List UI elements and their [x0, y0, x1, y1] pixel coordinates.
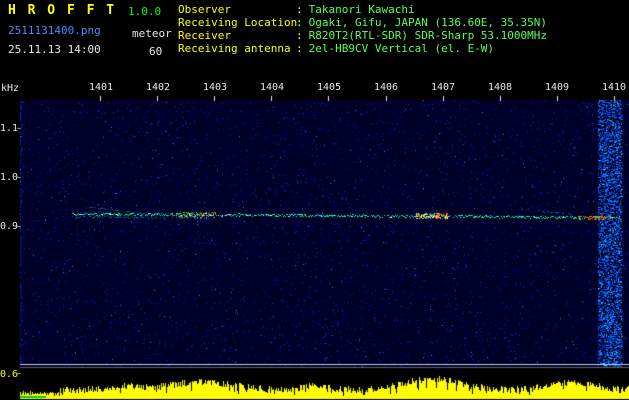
info-row-observer: Observer: Takanori Kawachi: [178, 3, 547, 16]
info-value: Takanori Kawachi: [308, 3, 415, 16]
info-row-location: Receiving Location: Ogaki, Gifu, JAPAN (1…: [178, 16, 547, 29]
y-tick-label: 0.6: [0, 369, 19, 380]
hrofft-output: H R O F F T 1.0.0 2511131400.png meteor …: [0, 0, 629, 400]
y-tick-label: 1.0: [0, 172, 19, 183]
info-separator: :: [296, 42, 303, 55]
y-axis-unit-label: kHz: [1, 83, 20, 94]
x-tick-label: 1410: [601, 82, 627, 93]
datetime-label: 25.11.13 14:00: [8, 43, 101, 56]
x-tick-label: 1404: [259, 82, 285, 93]
x-tick-label: 1401: [88, 82, 114, 93]
x-tick-label: 1407: [430, 82, 456, 93]
x-tick-label: 1409: [544, 82, 570, 93]
app-title: H R O F F T: [8, 3, 117, 18]
duration-label: 60: [149, 45, 163, 58]
y-tick-label: 0.9: [0, 221, 19, 232]
info-label: Receiver: [178, 29, 231, 42]
x-tick-label: 1405: [316, 82, 342, 93]
y-tick-label: 1.1: [0, 123, 19, 134]
output-filename: 2511131400.png: [8, 24, 101, 37]
station-info: Observer: Takanori Kawachi Receiving Loca…: [178, 3, 547, 55]
x-tick-label: 1402: [145, 82, 171, 93]
x-tick-label: 1406: [373, 82, 399, 93]
info-separator: :: [296, 3, 303, 16]
info-value: 2el-HB9CV Vertical (el. E-W): [308, 42, 495, 55]
mode-label: meteor: [132, 27, 172, 40]
app-version: 1.0.0: [128, 5, 162, 18]
x-tick-label: 1408: [487, 82, 513, 93]
info-label: Receiving Location: [178, 16, 298, 29]
info-value: Ogaki, Gifu, JAPAN (136.60E, 35.35N): [308, 16, 548, 29]
info-row-antenna: Receiving antenna:2el-HB9CV Vertical (el…: [178, 42, 547, 55]
info-row-receiver: Receiver: R820T2(RTL-SDR) SDR-Sharp 53.10…: [178, 29, 547, 42]
time-axis: 1401 1402 1403 1404 1405 1406 1407 1408 …: [86, 82, 629, 93]
info-separator: :: [296, 29, 303, 42]
info-separator: :: [296, 16, 303, 29]
info-label: Receiving antenna: [178, 42, 291, 55]
info-label: Observer: [178, 3, 231, 16]
x-tick-label: 1403: [202, 82, 228, 93]
info-value: R820T2(RTL-SDR) SDR-Sharp 53.1000MHz: [308, 29, 548, 42]
spectrogram-canvas: [0, 75, 629, 400]
